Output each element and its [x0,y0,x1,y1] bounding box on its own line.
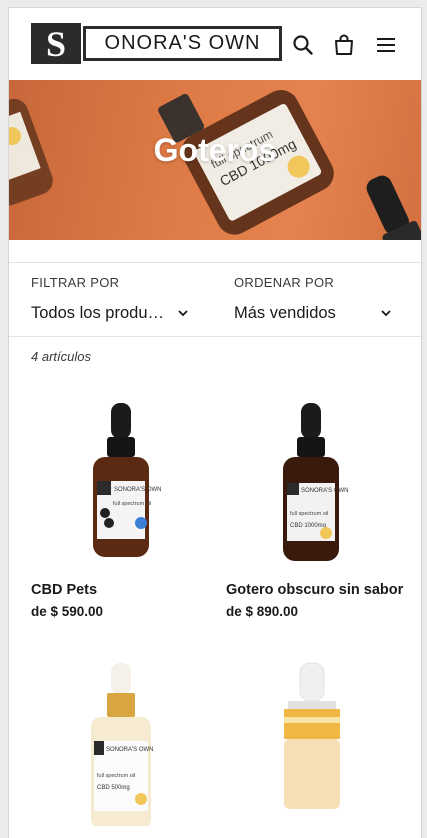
sort-value: Más vendidos [234,303,336,322]
sort-label: ORDENAR POR [234,275,335,290]
label-cbd: CBD 500mg [97,785,130,791]
product-count: 4 artículos [31,349,91,364]
page-frame: S ONORA'S OWN full spectrum CBD 1000mg G… [8,7,422,838]
search-icon[interactable] [291,33,315,57]
site-header: S ONORA'S OWN [9,8,421,80]
filter-label: FILTRAR POR [31,275,120,290]
product-title[interactable]: Gotero obscuro sin sabor [226,582,403,598]
label-brand: SONORA'S OWN [106,747,153,753]
label-oil: full spectrum oil [113,501,151,507]
product-image[interactable]: SONORA'S OWN full spectrum oil CBD 500mg [31,661,211,826]
chevron-down-icon [178,310,188,317]
filter-by-control[interactable]: FILTRAR POR Todos los produ… [31,263,211,336]
page-title: Goteros [153,132,277,168]
chevron-down-icon [381,310,391,317]
sort-by-control[interactable]: ORDENAR POR Más vendidos [234,263,399,336]
filter-value: Todos los produ… [31,303,164,322]
product-price: de $ 590.00 [31,604,104,619]
label-brand: SONORA'S OWN [114,487,161,493]
menu-icon[interactable] [374,33,398,57]
collection-filters: FILTRAR POR Todos los produ… ORDENAR POR… [9,262,421,337]
product-image[interactable]: SONORA'S OWN full spectrum oil [31,401,211,566]
label-oil: full spectrum oil [97,773,135,779]
product-image[interactable] [226,661,406,826]
product-price: de $ 890.00 [226,604,299,619]
label-cbd: CBD 1000mg [290,523,326,529]
filter-select[interactable]: Todos los produ… [31,301,171,325]
label-oil: full spectrum oil [290,511,328,517]
collection-banner: full spectrum CBD 1000mg Goteros [9,80,421,240]
cart-icon[interactable] [332,33,356,57]
product-image[interactable]: SONORA'S OWN full spectrum oil CBD 1000m… [226,401,406,566]
label-brand: SONORA'S OWN [301,488,348,494]
sort-select[interactable]: Más vendidos [234,301,364,325]
product-title[interactable]: CBD Pets [31,582,97,598]
site-logo[interactable]: S ONORA'S OWN [31,23,282,64]
logo-wordmark: ONORA'S OWN [83,26,282,61]
logo-mark: S [31,23,81,64]
